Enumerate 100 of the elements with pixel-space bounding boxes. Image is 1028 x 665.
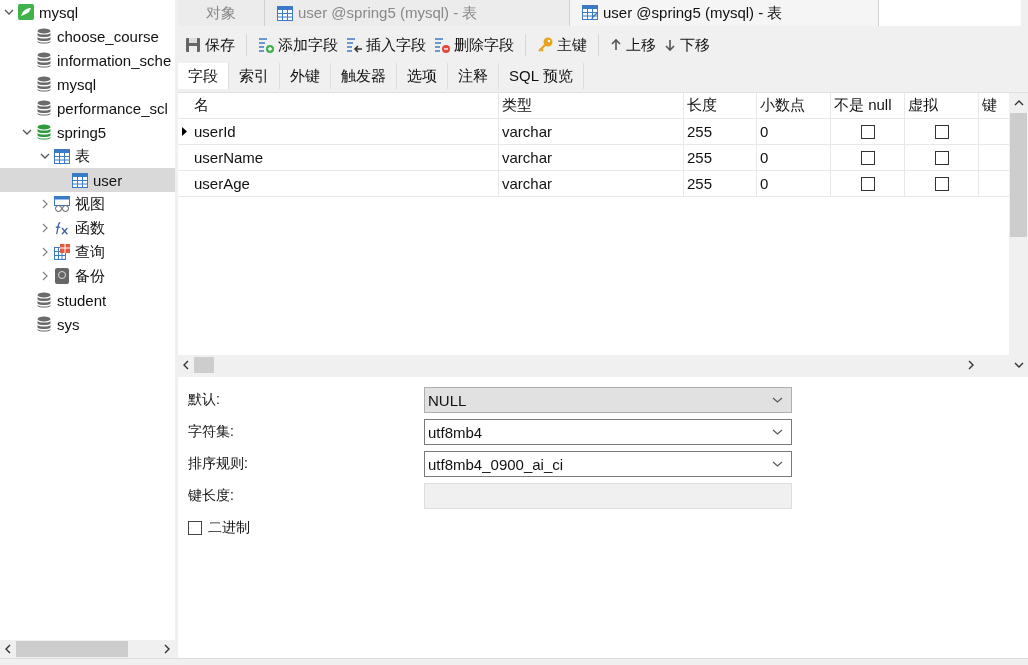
tree-item[interactable]: 备份 [0,264,175,288]
table-cell: 0 [757,171,831,196]
tab[interactable]: 字段 [178,63,229,89]
toolbar-button[interactable]: 下移 [661,33,713,57]
checkbox[interactable] [934,150,949,165]
arrow-up-icon [610,37,622,53]
table-icon [72,172,88,188]
add-field-icon [258,37,274,53]
dropdown[interactable]: utf8mb4 [424,419,792,445]
delete-field-icon [434,37,450,53]
toolbar-button[interactable]: 添加字段 [255,33,341,57]
arrow-left-icon [182,360,190,370]
field-label: 键长度: [188,487,235,505]
horizontal-scrollbar[interactable] [0,640,175,658]
tree-item[interactable]: information_sche [0,48,175,72]
toolbar-button[interactable]: 保存 [182,33,238,57]
field-label: 字符集: [188,423,235,441]
tree-item[interactable]: sys [0,312,175,336]
table-cell: 0 [757,145,831,170]
tree-item[interactable]: mysql [0,0,175,24]
arrow-down-icon [664,37,676,53]
checkbox-label: 二进制 [208,519,250,537]
chevron-down-icon [772,461,783,467]
tab[interactable]: user @spring5 (mysql) - 表 [570,0,879,26]
database-icon [37,292,51,308]
checkbox[interactable] [934,176,949,191]
table-cell: userName [191,145,499,170]
database-icon [37,28,51,44]
toolbar-button[interactable]: 删除字段 [431,33,517,57]
checkbox[interactable] [860,150,875,165]
tree-item[interactable]: 查询 [0,240,175,264]
chevron-right-icon [42,247,48,257]
tree-item[interactable]: 表 [0,144,175,168]
tree-item[interactable]: student [0,288,175,312]
chevron-down-icon [22,129,32,135]
field-label: 默认: [188,391,221,409]
table-cell: 255 [684,119,757,144]
table-cell: 0 [757,119,831,144]
tree-item[interactable]: 函数 [0,216,175,240]
toolbar-button[interactable]: 上移 [607,33,659,57]
scrollbar-thumb[interactable] [1010,113,1027,237]
column-header[interactable]: 名 [191,93,499,118]
table-cell: 255 [684,145,757,170]
insert-field-icon [346,37,362,53]
column-header[interactable]: 小数点 [757,93,831,118]
toolbar-button[interactable]: 主键 [534,33,590,57]
table-cell: 255 [684,171,757,196]
checkbox[interactable] [860,124,875,139]
tree-item[interactable]: mysql [0,72,175,96]
arrow-right-icon [163,644,171,654]
table-cell: varchar [499,145,684,170]
table-cell: userAge [191,171,499,196]
chevron-down-icon [40,153,50,159]
function-icon [54,220,70,236]
chevron-right-icon [42,223,48,233]
table-icon [277,5,293,21]
toolbar-button[interactable]: 插入字段 [343,33,429,57]
table-cell: userId [191,119,499,144]
chevron-down-icon [4,9,14,15]
column-header[interactable]: 虚拟 [905,93,979,118]
vertical-scrollbar[interactable] [1009,93,1028,375]
database-icon [37,100,51,116]
database-icon [37,316,51,332]
chevron-right-icon [42,271,48,281]
scrollbar-thumb[interactable] [16,641,128,657]
column-header[interactable]: 键 [979,93,1003,118]
table-cell: varchar [499,171,684,196]
chevron-down-icon [772,429,783,435]
chevron-right-icon [42,199,48,209]
tree-item[interactable]: choose_course [0,24,175,48]
arrow-right-icon [967,360,975,370]
tree-item[interactable]: 视图 [0,192,175,216]
table-edit-icon [582,5,598,21]
table-cell: varchar [499,119,684,144]
tree-item[interactable]: user [0,168,175,192]
database-icon [37,76,51,92]
arrow-down-icon [1013,361,1024,369]
database-icon [37,52,51,68]
checkbox[interactable] [860,176,875,191]
column-header[interactable]: 类型 [499,93,684,118]
scrollbar-thumb[interactable] [194,357,214,373]
chevron-down-icon [772,397,783,403]
table-icon [54,148,70,164]
column-header[interactable]: 长度 [684,93,757,118]
tree-item[interactable]: spring5 [0,120,175,144]
view-icon [54,196,70,212]
key-icon [537,37,553,53]
tree-item[interactable]: performance_scl [0,96,175,120]
save-icon [185,37,201,53]
column-header[interactable]: 不是 null [831,93,905,118]
arrow-left-icon [4,644,12,654]
checkbox[interactable] [934,124,949,139]
arrow-up-icon [1013,99,1024,107]
field-label: 排序规则: [188,455,249,473]
backup-icon [55,268,69,284]
query-icon [54,244,70,260]
horizontal-scrollbar[interactable] [178,355,1009,375]
database-icon [37,124,51,140]
checkbox[interactable] [188,521,202,535]
dropdown[interactable]: utf8mb4_0900_ai_ci [424,451,792,477]
